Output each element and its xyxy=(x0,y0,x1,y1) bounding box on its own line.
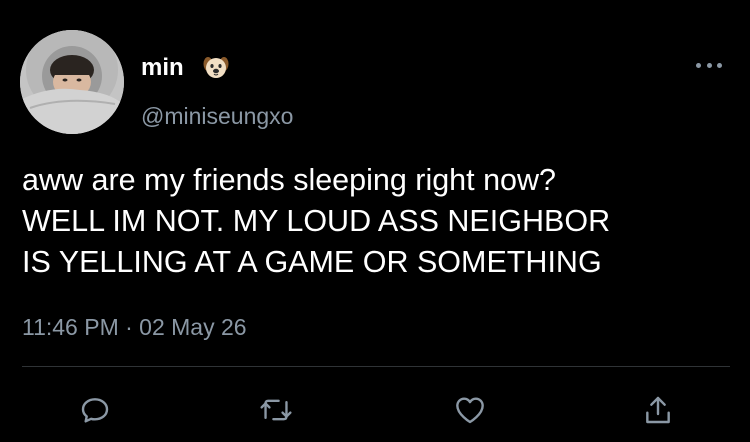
tweet-card: min @miniseungxo aww are my friends slee… xyxy=(0,0,750,442)
tweet-text-line: IS YELLING AT A GAME OR SOMETHING xyxy=(22,245,602,279)
user-handle[interactable]: @miniseungxo xyxy=(141,102,293,130)
dog-face-emoji xyxy=(203,54,229,80)
tweet-text-line: WELL IM NOT. MY LOUD ASS NEIGHBOR xyxy=(22,204,611,238)
tweet-text: aww are my friends sleeping right now? W… xyxy=(22,160,737,283)
share-icon[interactable] xyxy=(640,392,676,428)
avatar[interactable] xyxy=(20,30,124,134)
divider xyxy=(22,366,730,367)
display-name[interactable]: min xyxy=(141,54,184,82)
retweet-icon[interactable] xyxy=(258,392,294,428)
like-icon[interactable] xyxy=(452,392,488,428)
tweet-text-line: aww are my friends sleeping right now? xyxy=(22,163,557,197)
more-options-icon[interactable] xyxy=(696,58,722,72)
timestamp[interactable]: 11:46 PM · 02 May 26 xyxy=(22,312,247,342)
reply-icon[interactable] xyxy=(77,392,113,428)
